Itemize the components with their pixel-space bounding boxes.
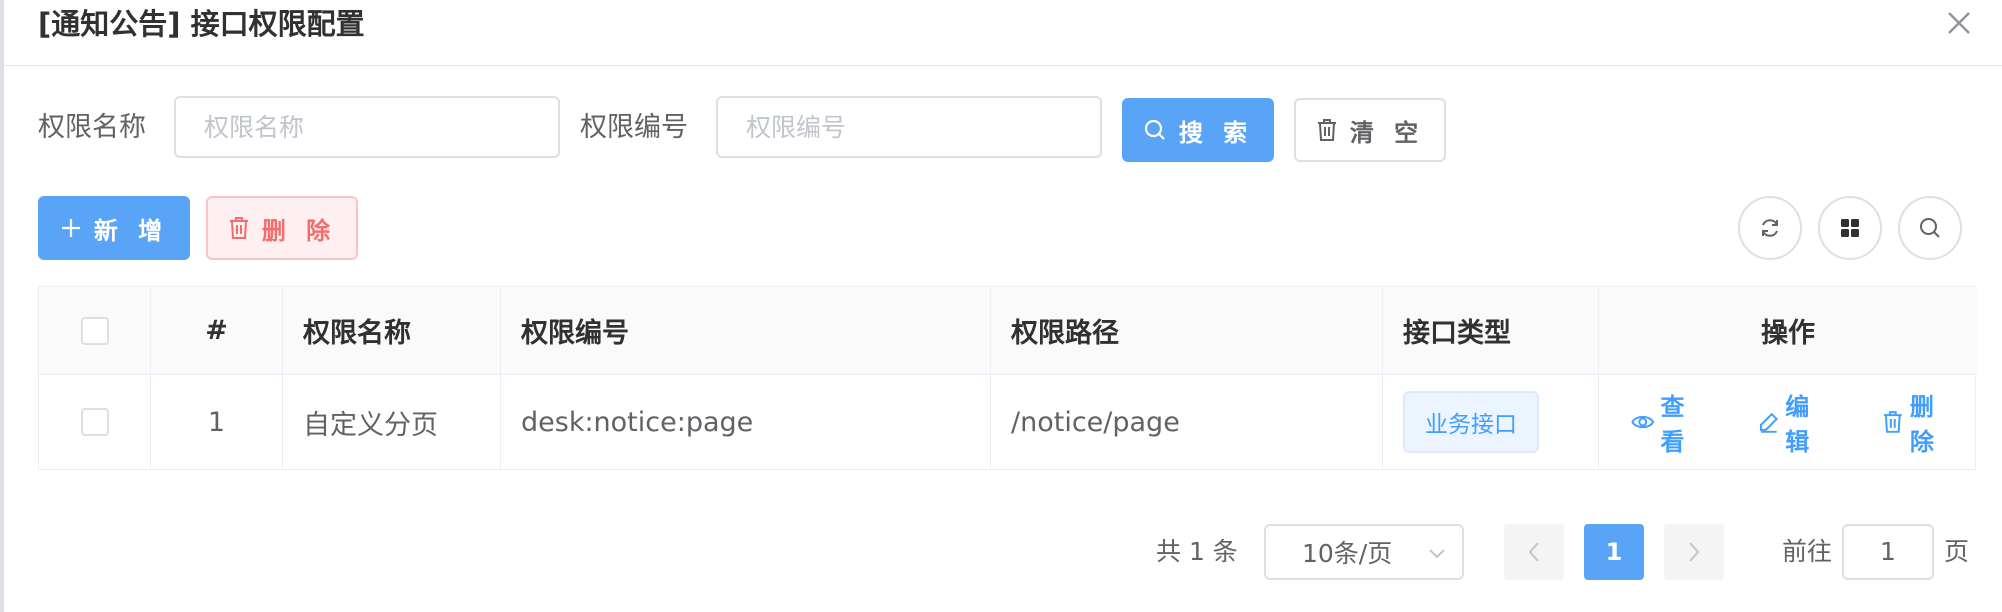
next-page-button[interactable] xyxy=(1664,524,1724,580)
add-button[interactable]: 新 增 xyxy=(38,196,190,260)
close-icon[interactable] xyxy=(1946,10,1972,36)
header-actions: 操作 xyxy=(1599,287,1977,374)
refresh-icon xyxy=(1762,219,1778,237)
permission-code-label: 权限编号 xyxy=(580,112,688,143)
dialog-title: [通知公告] 接口权限配置 xyxy=(38,7,365,41)
row-select-cell xyxy=(39,375,151,469)
select-all-checkbox[interactable] xyxy=(80,316,109,345)
dialog-header: [通知公告] 接口权限配置 xyxy=(4,0,2002,66)
row-checkbox[interactable] xyxy=(80,408,109,436)
goto-suffix: 页 xyxy=(1944,537,1970,566)
search-icon xyxy=(1920,218,1940,238)
page-size-select[interactable]: 10条/页 xyxy=(1264,524,1464,580)
search-button-label: 搜 索 xyxy=(1178,118,1254,147)
chevron-left-icon xyxy=(1528,542,1539,562)
columns-icon xyxy=(1841,219,1859,237)
row-code: desk:notice:page xyxy=(501,375,991,469)
trash-icon xyxy=(1317,119,1336,141)
trash-icon xyxy=(1884,411,1902,433)
columns-button[interactable] xyxy=(1818,196,1882,260)
permission-code-input[interactable] xyxy=(716,96,1102,158)
table-header: # 权限名称 权限编号 权限路径 接口类型 操作 xyxy=(39,287,1977,375)
trash-icon xyxy=(229,217,248,239)
plus-icon xyxy=(61,219,80,237)
permission-name-label: 权限名称 xyxy=(38,112,146,143)
goto-page-input[interactable]: 1 xyxy=(1842,524,1934,580)
edit-button[interactable]: 编 辑 xyxy=(1758,387,1853,457)
header-name: 权限名称 xyxy=(283,287,501,374)
toggle-search-button[interactable] xyxy=(1898,196,1962,260)
interface-type-tag: 业务接口 xyxy=(1403,391,1539,453)
header-code: 权限编号 xyxy=(501,287,991,374)
batch-delete-button-label: 删 除 xyxy=(261,216,337,245)
clear-button-label: 清 空 xyxy=(1349,118,1425,147)
permission-table: # 权限名称 权限编号 权限路径 接口类型 操作 1 自定义分页 desk:no… xyxy=(38,286,1977,470)
refresh-button[interactable] xyxy=(1738,196,1802,260)
chevron-down-icon xyxy=(1429,549,1445,559)
eye-icon xyxy=(1631,415,1655,429)
row-actions: 查 看 编 辑 删 除 xyxy=(1599,375,1977,469)
prev-page-button[interactable] xyxy=(1504,524,1564,580)
header-type: 接口类型 xyxy=(1383,287,1599,374)
page-number-1[interactable]: 1 xyxy=(1584,524,1644,580)
batch-delete-button[interactable]: 删 除 xyxy=(206,196,358,260)
page-size-value: 10条/页 xyxy=(1302,539,1393,568)
header-select-cell xyxy=(39,287,151,374)
search-icon xyxy=(1144,119,1165,140)
clear-button[interactable]: 清 空 xyxy=(1294,98,1446,162)
total-count: 共 1 条 xyxy=(1156,537,1238,566)
edit-button-label: 编 辑 xyxy=(1785,393,1814,456)
row-name: 自定义分页 xyxy=(283,375,501,469)
row-path: /notice/page xyxy=(991,375,1383,469)
delete-button-label: 删 除 xyxy=(1909,393,1938,456)
add-button-label: 新 增 xyxy=(93,216,169,245)
view-button[interactable]: 查 看 xyxy=(1631,387,1728,457)
permission-dialog: [通知公告] 接口权限配置 权限名称 权限编号 搜 索 清 空 新 增 xyxy=(0,0,2002,612)
delete-button[interactable]: 删 除 xyxy=(1882,387,1977,457)
header-path: 权限路径 xyxy=(991,287,1383,374)
row-type-cell: 业务接口 xyxy=(1383,375,1599,469)
search-button[interactable]: 搜 索 xyxy=(1122,98,1274,162)
table-row: 1 自定义分页 desk:notice:page /notice/page 业务… xyxy=(39,375,1975,469)
header-index: # xyxy=(151,287,283,374)
view-button-label: 查 看 xyxy=(1660,393,1689,456)
permission-name-input[interactable] xyxy=(174,96,560,158)
chevron-right-icon xyxy=(1689,542,1700,562)
goto-prefix: 前往 xyxy=(1782,537,1833,566)
row-index: 1 xyxy=(151,375,283,469)
edit-icon xyxy=(1759,412,1778,433)
